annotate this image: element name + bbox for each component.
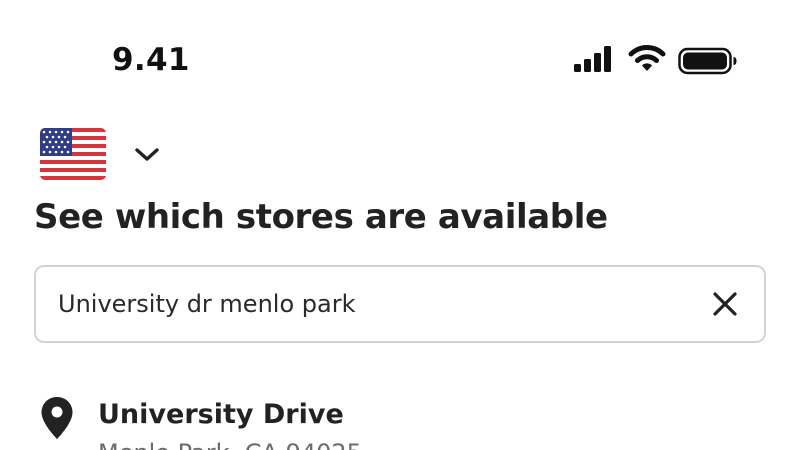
store-search-box [34,265,766,343]
page-title: See which stores are available [34,197,608,237]
result-title: University Drive [98,399,344,430]
search-result-item[interactable]: University Drive Menlo Park, CA 94025 [36,388,766,450]
result-subtitle: Menlo Park, CA 94025 [98,436,362,450]
wifi-icon [628,45,666,71]
country-selector[interactable] [40,128,166,182]
close-icon [713,292,737,316]
chevron-down-icon [135,148,159,161]
status-time: 9.41 [112,42,190,78]
status-icons [573,44,738,78]
us-flag-icon [40,128,106,180]
battery-icon [678,47,737,75]
location-pin-icon [41,397,73,439]
cellular-signal-icon [574,46,611,72]
store-search-input[interactable] [58,267,678,341]
clear-search-button[interactable] [704,283,746,325]
